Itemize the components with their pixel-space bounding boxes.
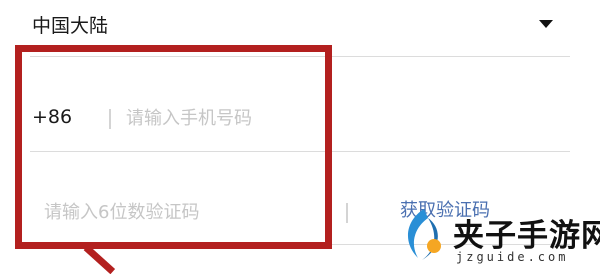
- annotation-pointer: [83, 244, 116, 274]
- caret-down-icon[interactable]: [539, 20, 553, 28]
- field-separator: [346, 203, 348, 223]
- region-label: 中国大陆: [32, 15, 109, 37]
- watermark: 夹子手游网 jzguide.com: [398, 206, 600, 267]
- watermark-domain: jzguide.com: [456, 250, 569, 264]
- jz-logo-icon: [407, 209, 441, 260]
- annotation-highlight-box: [15, 45, 332, 249]
- watermark-title: 夹子手游网: [453, 218, 600, 254]
